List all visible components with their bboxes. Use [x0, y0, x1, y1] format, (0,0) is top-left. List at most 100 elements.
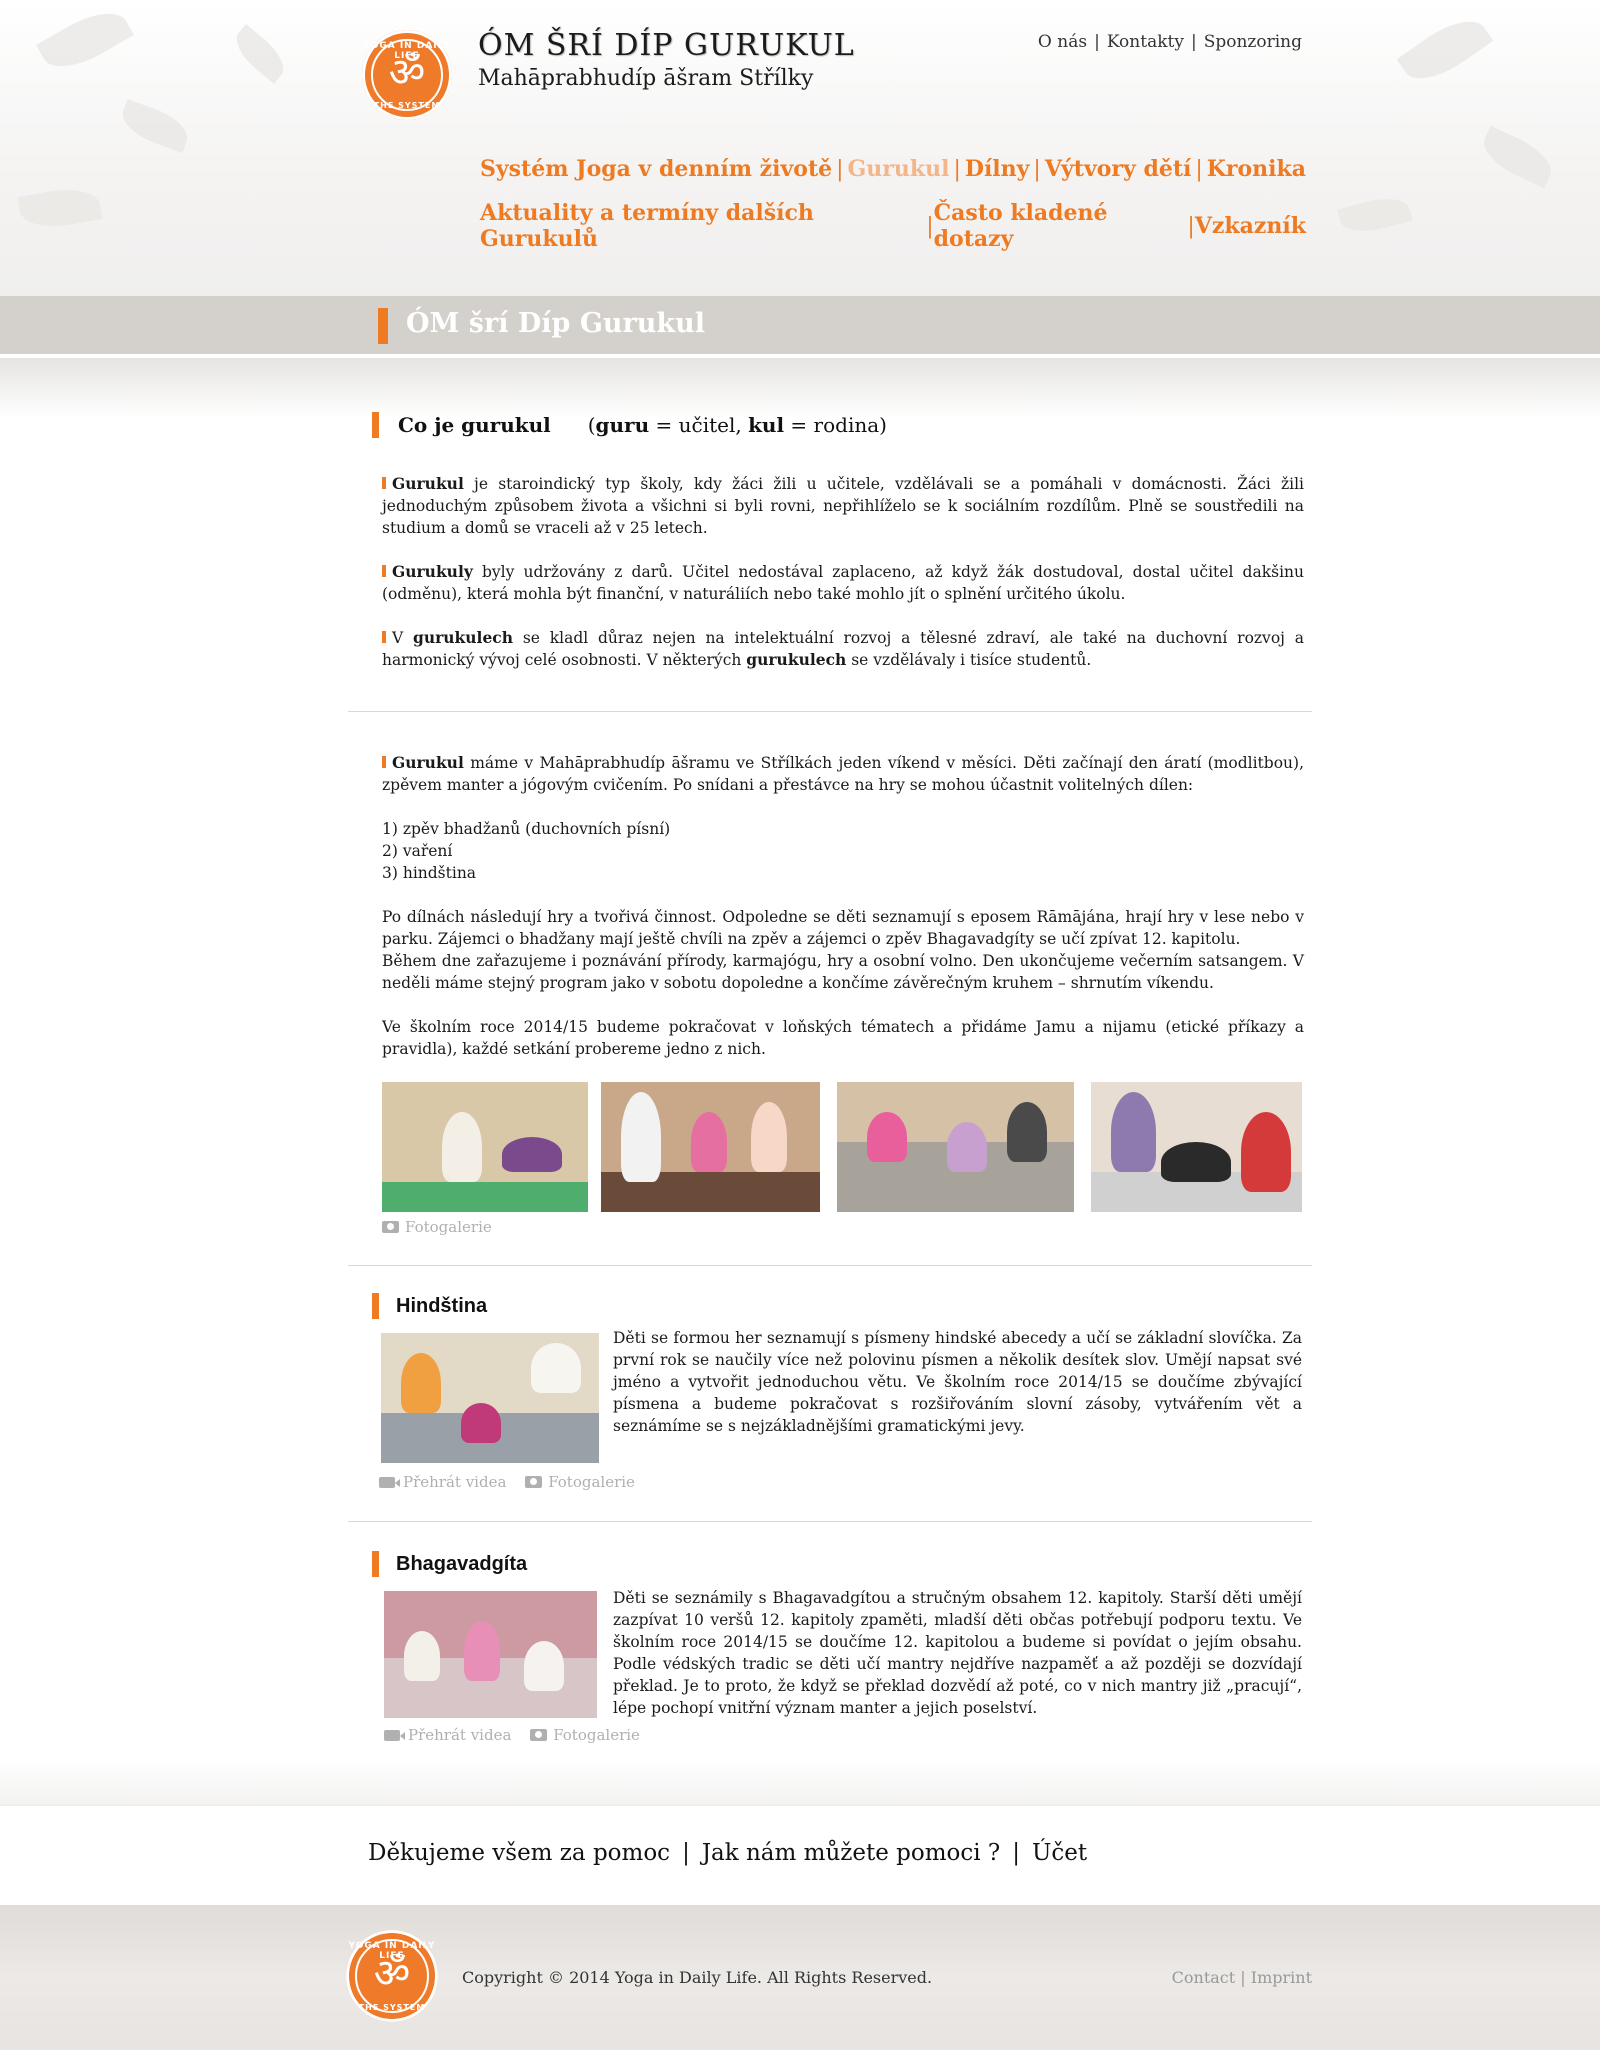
intro-heading-text: Co je gurukul: [398, 413, 551, 437]
footer-logo[interactable]: YOGA IN DAILY LIFE ॐ THE SYSTEM: [346, 1930, 438, 2022]
separator: |: [1187, 213, 1195, 239]
intro-paragraph-1: Gurukul je staroindický typ školy, kdy ž…: [382, 474, 1304, 537]
gallery-link-label: Fotogalerie: [548, 1473, 635, 1491]
intro-section: Gurukul je staroindický typ školy, kdy ž…: [382, 473, 1304, 671]
camera-icon: [525, 1476, 543, 1488]
gallery-photo-yoga[interactable]: [382, 1082, 588, 1212]
site-subtitle: Mahāprabhudíp āšram Střílky: [478, 66, 814, 91]
gallery-photo-games[interactable]: [837, 1082, 1074, 1212]
video-icon: [379, 1477, 400, 1488]
main-nav-row-1: Systém Joga v denním životě | Gurukul | …: [480, 156, 1306, 182]
footer-fade: [0, 1760, 1600, 1805]
workshop-list: 1) zpěv bhadžanů (duchovních písní) 2) v…: [382, 818, 1304, 884]
intro-heading: Co je gurukul (guru = učitel, kul = rodi…: [372, 412, 887, 438]
main-nav-row-2: Aktuality a termíny dalších Gurukulů | Č…: [480, 200, 1306, 252]
intro-paragraph-2: Gurukuly byly udržovány z darů. Učitel n…: [382, 562, 1304, 603]
camera-icon: [530, 1729, 548, 1741]
footer-right-links: Contact | Imprint: [1172, 1968, 1312, 1987]
footer-links: Děkujeme všem za pomoc | Jak nám můžete po…: [368, 1840, 1087, 1866]
program-paragraph-4: Ve školním roce 2014/15 budeme pokračova…: [382, 1018, 1304, 1058]
list-item: 1) zpěv bhadžanů (duchovních písní): [382, 820, 671, 838]
top-link-kontakty[interactable]: Kontakty: [1107, 32, 1184, 52]
copyright-text: Copyright © 2014 Yoga in Daily Life. All…: [462, 1968, 933, 1987]
logo-bottom-text: THE SYSTEM: [358, 2002, 426, 2012]
top-link-o-nas[interactable]: O nás: [1038, 32, 1087, 52]
gallery-photo-music[interactable]: [1091, 1082, 1302, 1212]
separator: |: [953, 156, 961, 182]
hindi-gallery-link[interactable]: Fotogalerie: [525, 1473, 635, 1491]
decorative-leaf: [1396, 7, 1494, 93]
bhagavadgita-photo[interactable]: [384, 1591, 597, 1718]
hindi-heading-text: Hindština: [396, 1295, 488, 1317]
separator: |: [1012, 1840, 1021, 1866]
logo-bottom-text: THE SYSTEM: [373, 101, 441, 111]
list-item: 3) hindština: [382, 864, 477, 882]
nav-vzkaznik[interactable]: Vzkazník: [1195, 213, 1306, 239]
bhagavadgita-video-link[interactable]: Přehrát videa: [384, 1726, 511, 1744]
footer-link-ucet[interactable]: Účet: [1032, 1840, 1087, 1866]
hindi-text: Děti se formou her seznamují s písmeny h…: [613, 1329, 1302, 1435]
site-header: YOGA IN DAILY LIFE ॐ THE SYSTEM ÓM ŠRÍ D…: [0, 0, 1600, 296]
separator: |: [1190, 32, 1197, 52]
camera-icon: [382, 1221, 399, 1233]
nav-gurukul[interactable]: Gurukul: [848, 156, 950, 182]
site-logo[interactable]: YOGA IN DAILY LIFE ॐ THE SYSTEM: [362, 30, 452, 120]
bhagavadgita-media-links: Přehrát videa Fotogalerie: [384, 1726, 654, 1744]
intro-paragraph-3: V gurukulech se kladl důraz nejen na int…: [382, 628, 1304, 669]
footer-link-jak-pomoci[interactable]: Jak nám můžete pomoci ?: [702, 1840, 1000, 1866]
program-paragraph-2: Po dílnách následují hry a tvořivá činno…: [382, 908, 1304, 948]
divider: [348, 1265, 1312, 1266]
om-icon: ॐ: [388, 50, 426, 97]
separator: |: [1094, 32, 1100, 52]
video-link-label: Přehrát videa: [403, 1473, 507, 1491]
separator: |: [1033, 156, 1041, 182]
divider: [348, 1521, 1312, 1522]
program-section: Gurukul máme v Mahāprabhudíp āšramu ve S…: [382, 752, 1304, 1060]
nav-vytvory-deti[interactable]: Výtvory dětí: [1045, 156, 1192, 182]
gallery-link-label: Fotogalerie: [405, 1218, 492, 1236]
video-icon: [384, 1730, 405, 1741]
separator: |: [1195, 156, 1203, 182]
program-gallery-link[interactable]: Fotogalerie: [382, 1218, 492, 1236]
nav-casto-kladene-dotazy[interactable]: Často kladené dotazy: [934, 200, 1188, 252]
top-links: O nás | Kontakty | Sponzoring: [1038, 32, 1302, 52]
site-title[interactable]: ÓM ŠRÍ DÍP GURUKUL: [478, 28, 855, 63]
gallery-photo-cooking[interactable]: [601, 1082, 820, 1212]
nav-kronika[interactable]: Kronika: [1207, 156, 1306, 182]
bhagavadgita-gallery-link[interactable]: Fotogalerie: [530, 1726, 640, 1744]
list-item: 2) vaření: [382, 842, 453, 860]
bhagavadgita-heading: Bhagavadgíta: [371, 1551, 528, 1577]
band-shadow: [0, 358, 1600, 418]
title-accent-bar: [378, 308, 388, 344]
decorative-leaf: [1476, 125, 1559, 189]
video-link-label: Přehrát videa: [408, 1726, 512, 1744]
separator: |: [836, 156, 844, 182]
decorative-leaf: [36, 0, 134, 80]
hindi-heading: Hindština: [371, 1293, 488, 1319]
hindi-video-link[interactable]: Přehrát videa: [379, 1473, 506, 1491]
footer-contact-link[interactable]: Contact: [1172, 1968, 1236, 1987]
nav-joga[interactable]: Systém Joga v denním životě: [480, 156, 832, 182]
program-media-links: Fotogalerie: [382, 1218, 506, 1236]
hindi-media-links: Přehrát videa Fotogalerie: [379, 1473, 649, 1491]
decorative-leaf: [1337, 191, 1413, 239]
decorative-leaf: [228, 23, 292, 85]
decorative-leaf: [116, 98, 194, 154]
om-icon: ॐ: [373, 1950, 411, 1997]
intro-definition: (guru = učitel, kul = rodina): [587, 413, 887, 437]
site-footer: YOGA IN DAILY LIFE ॐ THE SYSTEM Copyrigh…: [0, 1905, 1600, 2050]
program-paragraph-1: Gurukul máme v Mahāprabhudíp āšramu ve S…: [382, 753, 1304, 794]
top-link-sponzoring[interactable]: Sponzoring: [1204, 32, 1302, 52]
separator: |: [682, 1840, 690, 1866]
nav-dilny[interactable]: Dílny: [965, 156, 1030, 182]
decorative-leaf: [17, 183, 103, 233]
hindi-photo[interactable]: [381, 1333, 599, 1463]
footer-imprint-link[interactable]: Imprint: [1251, 1968, 1312, 1987]
separator: |: [1240, 1968, 1246, 1987]
bhagavadgita-text: Děti se seznámily s Bhagavadgítou a stru…: [613, 1589, 1302, 1717]
nav-aktuality[interactable]: Aktuality a termíny dalších Gurukulů: [480, 200, 926, 252]
bhagavadgita-heading-text: Bhagavadgíta: [396, 1553, 528, 1575]
footer-link-dekujeme[interactable]: Děkujeme všem za pomoc: [368, 1840, 670, 1866]
footer-links-bar: Děkujeme všem za pomoc | Jak nám můžete po…: [0, 1805, 1600, 1905]
page-title-band: ÓM šrí Díp Gurukul: [0, 296, 1600, 356]
